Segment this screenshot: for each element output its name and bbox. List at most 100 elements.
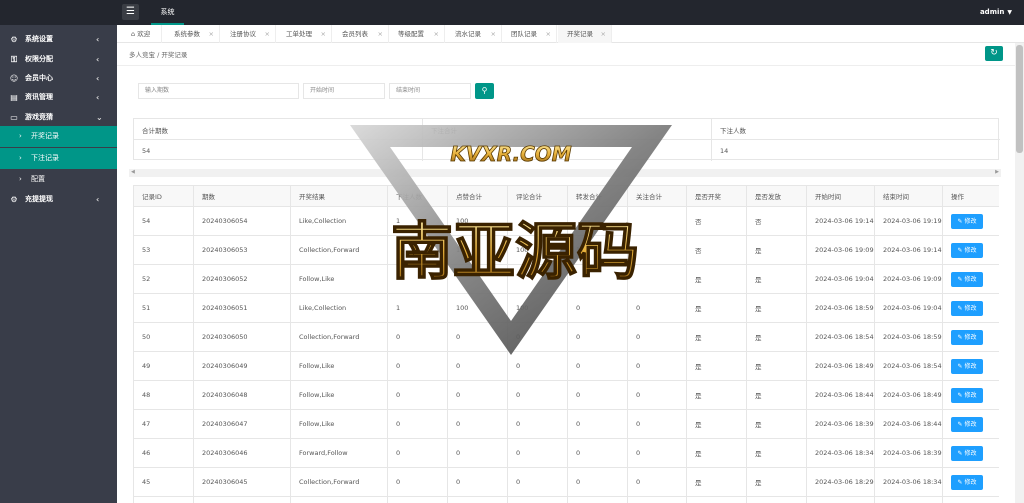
scroll-right-icon[interactable]: ▶ xyxy=(995,169,999,175)
table-cell xyxy=(507,496,568,503)
start-time-input[interactable]: 开始时间 xyxy=(303,83,385,99)
issue-input[interactable]: 输入期数 xyxy=(138,83,299,99)
edit-button[interactable]: ✎ 修改 xyxy=(951,416,983,432)
sidebar-item[interactable]: ⚙ 系统设置 ‹ xyxy=(0,29,117,50)
page-tab[interactable]: 团队记录 × xyxy=(502,25,557,43)
close-icon[interactable]: × xyxy=(209,25,214,43)
table-cell-action: ✎ 修改 xyxy=(942,467,999,497)
table-cell xyxy=(627,235,687,265)
horizontal-scrollbar[interactable]: ◀ ▶ xyxy=(129,169,1001,177)
sidebar-item[interactable]: ▤ 资讯管理 ‹ xyxy=(0,87,117,108)
summary-table: 合计期数 54 下注合计 下注人数 14 xyxy=(133,118,1000,161)
column-header[interactable]: 是否开奖 xyxy=(686,185,747,207)
sidebar-item-label: 资讯管理 xyxy=(25,93,53,101)
close-icon[interactable]: × xyxy=(265,25,270,43)
table-cell-action: ✎ 修改 xyxy=(942,409,999,439)
table-cell-action: ✎ 修改 xyxy=(942,264,999,294)
column-header[interactable]: 结束时间 xyxy=(874,185,943,207)
refresh-button[interactable]: ↻ xyxy=(985,46,1003,61)
table-cell: 是 xyxy=(686,322,747,352)
sidebar-item[interactable]: ☺ 会员中心 ‹ xyxy=(0,68,117,89)
column-header[interactable]: 评论合计 xyxy=(507,185,568,207)
column-header[interactable]: 期数 xyxy=(193,185,291,207)
sidebar-subitem[interactable]: › 下注记录 xyxy=(0,148,117,169)
table-cell: 0 xyxy=(447,467,508,497)
menu-toggle-button[interactable]: ☰ xyxy=(122,4,139,20)
edit-button[interactable]: ✎ 修改 xyxy=(951,474,983,490)
edit-button[interactable]: ✎ 修改 xyxy=(951,329,983,345)
end-time-input[interactable]: 结束时间 xyxy=(389,83,471,99)
table-cell: 是 xyxy=(746,235,807,265)
page-tab-label: 等级配置 xyxy=(398,30,424,38)
column-header[interactable]: 下注人数 xyxy=(387,185,448,207)
table-cell xyxy=(567,496,628,503)
column-header[interactable]: 操作 xyxy=(942,185,999,207)
page-tab[interactable]: ⌂ 欢迎 xyxy=(122,25,162,43)
column-header[interactable]: 转发合计 xyxy=(567,185,628,207)
page-tab[interactable]: 系统参数 × xyxy=(165,25,220,43)
table-row: 4420240306044 ✎ 修改 xyxy=(133,496,999,503)
table-cell: 2024-03-06 19:14 xyxy=(806,206,875,236)
edit-button[interactable]: ✎ 修改 xyxy=(951,242,983,258)
close-icon[interactable]: × xyxy=(321,25,326,43)
edit-icon: ✎ xyxy=(957,478,963,486)
sidebar-subitem[interactable]: › 开奖记录 xyxy=(0,126,117,147)
sidebar-item[interactable]: ⚙ 充提提现 ‹ xyxy=(0,189,117,210)
edit-button[interactable]: ✎ 修改 xyxy=(951,445,983,461)
page-tab[interactable]: 工单处理 × xyxy=(277,25,332,43)
sidebar-item[interactable]: ⚿ 权限分配 ‹ xyxy=(0,49,117,70)
page-tab[interactable]: 会员列表 × xyxy=(333,25,389,43)
table-cell: 2024-03-06 19:09 xyxy=(806,235,875,265)
column-header[interactable]: 开始时间 xyxy=(806,185,875,207)
close-icon[interactable]: × xyxy=(491,25,496,43)
scrollbar-thumb[interactable] xyxy=(1016,45,1023,153)
chevron-icon: ‹ xyxy=(96,55,100,64)
table-cell: 0 xyxy=(567,380,628,410)
module-tab-system[interactable]: 系统 xyxy=(151,0,184,25)
column-header[interactable]: 关注合计 xyxy=(627,185,687,207)
table-cell: 0 xyxy=(567,293,628,323)
page-tab[interactable]: 注册协议 × xyxy=(221,25,276,43)
vertical-scrollbar[interactable] xyxy=(1015,43,1024,503)
page-tab-label: 开奖记录 xyxy=(567,30,593,38)
close-icon[interactable]: × xyxy=(378,25,383,43)
column-header[interactable]: 点赞合计 xyxy=(447,185,508,207)
table-cell: 是 xyxy=(746,351,807,381)
column-header[interactable]: 记录ID xyxy=(133,185,194,207)
scroll-left-icon[interactable]: ◀ xyxy=(131,169,135,175)
table-cell xyxy=(874,496,943,503)
page-tab[interactable]: 等级配置 × xyxy=(389,25,445,43)
edit-button[interactable]: ✎ 修改 xyxy=(951,271,983,287)
column-header[interactable]: 开奖结果 xyxy=(290,185,388,207)
table-cell: 49 xyxy=(133,351,194,381)
page-tab[interactable]: 流水记录 × xyxy=(446,25,502,43)
search-button[interactable]: ⚲ xyxy=(475,83,494,99)
column-header[interactable]: 是否发放 xyxy=(746,185,807,207)
edit-icon: ✎ xyxy=(957,391,963,399)
edit-icon: ✎ xyxy=(957,304,963,312)
close-icon[interactable]: × xyxy=(434,25,439,43)
table-cell: 52 xyxy=(133,264,194,294)
table-cell: Follow,Like xyxy=(290,409,388,439)
table-cell: 是 xyxy=(746,438,807,468)
username: admin xyxy=(979,8,1005,16)
user-menu[interactable]: admin ▼ xyxy=(980,0,1012,25)
edit-button-label: 修改 xyxy=(964,246,977,254)
table-cell: 2024-03-06 18:34 xyxy=(874,467,943,497)
sidebar-subitem[interactable]: › 配置 xyxy=(0,169,117,190)
edit-button[interactable]: ✎ 修改 xyxy=(951,358,983,374)
edit-button[interactable]: ✎ 修改 xyxy=(951,387,983,403)
edit-button[interactable]: ✎ 修改 xyxy=(951,213,983,229)
summary-value: 14 xyxy=(720,147,729,155)
table-cell: 否 xyxy=(746,206,807,236)
edit-button-label: 修改 xyxy=(964,449,977,457)
close-icon[interactable]: × xyxy=(546,25,551,43)
sidebar-item[interactable]: ▭ 游戏竞猜 ⌄ xyxy=(0,107,117,128)
table-row: 52 20240306052 Follow,Like 是是 2024-03-06 19:… xyxy=(133,264,999,294)
close-icon[interactable]: × xyxy=(601,25,606,43)
table-cell-action: ✎ 修改 xyxy=(942,351,999,381)
chevron-icon: ‹ xyxy=(96,93,100,102)
edit-button[interactable]: ✎ 修改 xyxy=(951,300,983,316)
table-cell: 2024-03-06 18:34 xyxy=(806,438,875,468)
page-tab[interactable]: 开奖记录 × xyxy=(558,25,612,43)
